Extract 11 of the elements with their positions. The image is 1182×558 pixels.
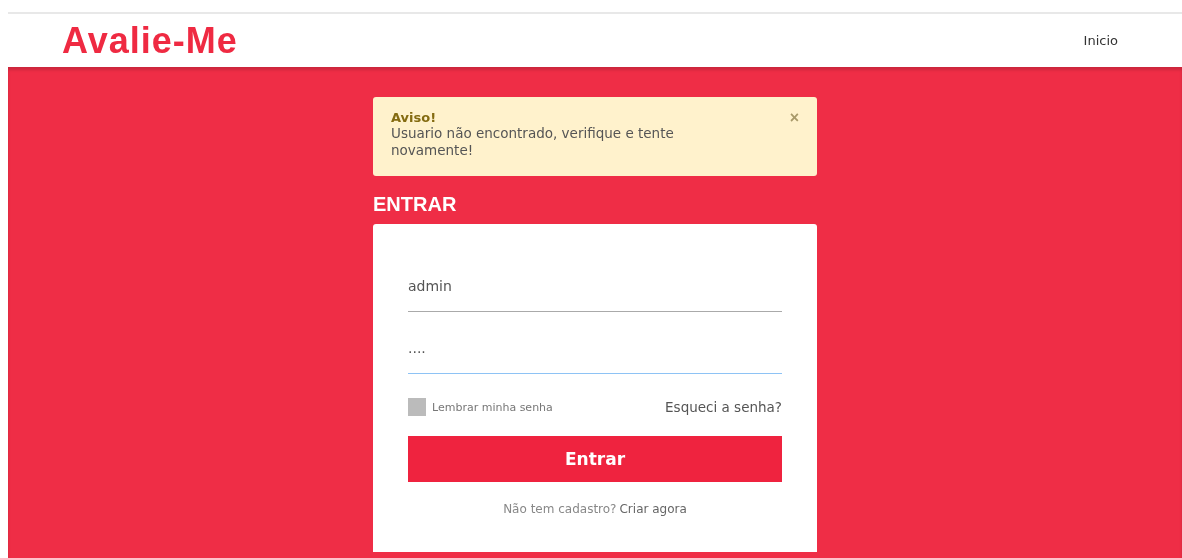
alert-title: Aviso! (391, 110, 438, 125)
checkbox[interactable] (408, 398, 426, 416)
signup-link[interactable]: Criar agora (619, 502, 687, 516)
signup-prompt: Não tem cadastro? (503, 502, 617, 516)
logo[interactable]: Avalie-Me (62, 19, 238, 62)
alert-message: Usuario não encontrado, verifique e tente novamente! (391, 125, 675, 159)
forgot-password-link[interactable]: Esqueci a senha? (665, 399, 782, 415)
login-button[interactable]: Entrar (408, 436, 782, 482)
remember-label: Lembrar minha senha (432, 400, 553, 414)
login-heading: ENTRAR (373, 193, 458, 216)
nav-link[interactable]: Inicio (1083, 33, 1118, 48)
